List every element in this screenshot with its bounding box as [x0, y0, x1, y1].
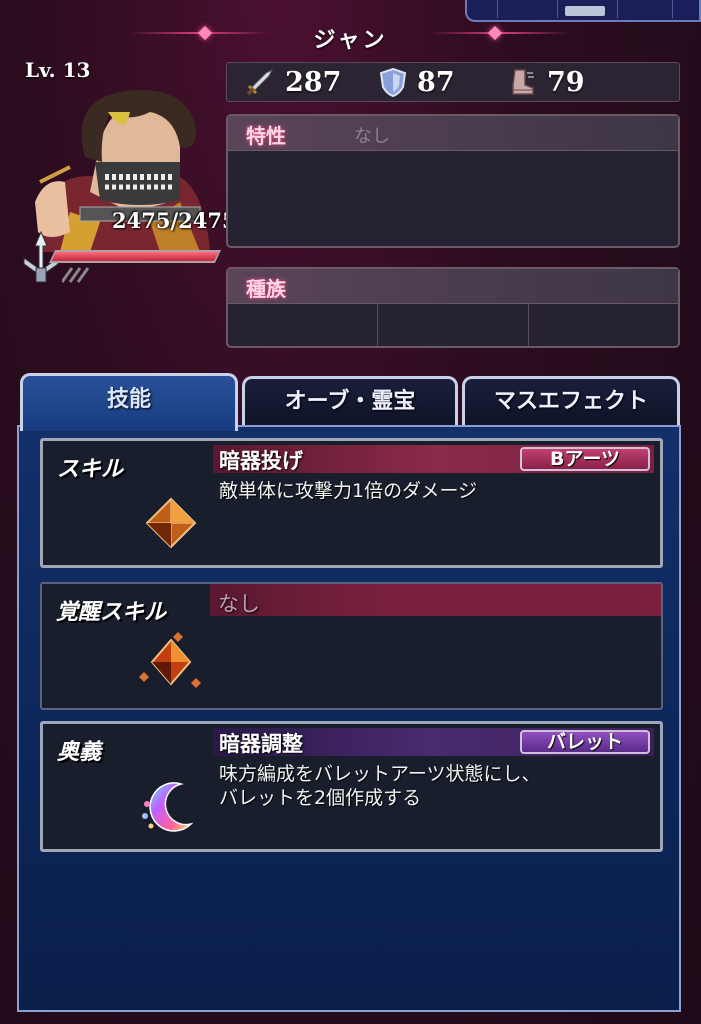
race-box: 種族	[226, 267, 680, 348]
traits-value: なし	[354, 126, 390, 147]
sword-icon	[246, 68, 274, 96]
character-name-title: ジャン	[313, 28, 388, 53]
race-cell	[529, 303, 678, 346]
top-panel-button[interactable]	[565, 6, 605, 16]
speed-value: 79	[547, 66, 585, 98]
level-label: Lv. 13	[25, 58, 91, 82]
race-label: 種族	[246, 277, 286, 301]
race-header: 種族	[228, 269, 678, 304]
attack-stat: 287	[245, 63, 341, 101]
awakening-category: 覚醒スキル	[56, 600, 167, 625]
skill-card[interactable]: スキル 暗器投げ Bアーツ 敵単体に攻撃力1倍のダメージ	[40, 438, 663, 568]
hp-text: 2475/2475	[112, 208, 237, 233]
awakening-skill-card[interactable]: 覚醒スキル なし	[40, 582, 663, 710]
defense-value: 87	[417, 66, 455, 98]
stats-bar: 287 87 79	[226, 62, 680, 102]
ougi-name: 暗器調整	[219, 732, 303, 756]
ougi-card[interactable]: 奥義 暗器調整 バレット 味方編成をバレットアーツ状態にし、 バレットを2個作成…	[40, 721, 663, 852]
skill-type-badge: Bアーツ	[520, 447, 650, 471]
skill-category: スキル	[57, 457, 124, 482]
rainbow-crescent-icon	[142, 782, 194, 832]
awakening-name: なし	[218, 592, 260, 616]
ougi-category: 奥義	[57, 740, 102, 765]
speed-stat: 79	[507, 63, 585, 101]
shield-icon	[379, 67, 407, 97]
traits-label: 特性	[246, 124, 286, 148]
hp-bar	[48, 250, 222, 263]
attack-value: 287	[285, 66, 342, 98]
ougi-description: 味方編成をバレットアーツ状態にし、 バレットを2個作成する	[219, 763, 541, 809]
race-cell	[228, 303, 379, 346]
top-panel-corner	[465, 0, 701, 22]
awakening-name-bar	[210, 584, 661, 616]
traits-header: 特性 なし	[228, 116, 678, 151]
skill-name: 暗器投げ	[219, 449, 303, 473]
tab-skills[interactable]: 技能	[20, 373, 238, 431]
race-cells	[228, 303, 678, 346]
orange-crystal-icon	[145, 497, 197, 549]
hp-bar-fill	[51, 252, 219, 261]
tab-mass-effect[interactable]: マスエフェクト	[462, 376, 680, 425]
crystal-cluster-icon	[139, 632, 201, 688]
traits-box: 特性 なし	[226, 114, 680, 248]
ougi-type-badge: バレット	[520, 730, 650, 754]
tab-orb[interactable]: オーブ・霊宝	[242, 376, 458, 425]
hp-bar-decoration	[62, 267, 90, 283]
defense-stat: 87	[379, 63, 455, 101]
race-cell	[378, 303, 529, 346]
skill-description: 敵単体に攻撃力1倍のダメージ	[219, 480, 478, 502]
boot-icon	[512, 69, 534, 95]
